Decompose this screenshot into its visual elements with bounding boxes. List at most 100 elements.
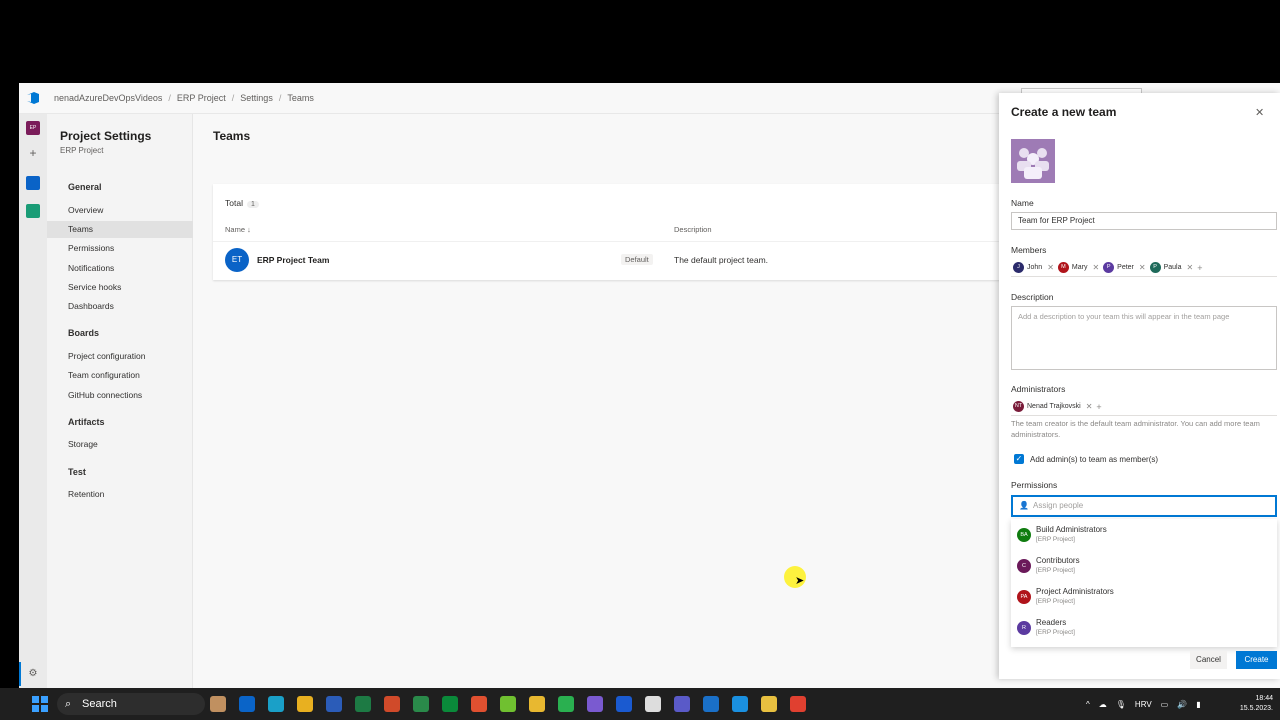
sidebar-item-project-configuration[interactable]: Project configuration (47, 348, 193, 365)
project-icon[interactable] (413, 696, 429, 712)
whatsapp-icon[interactable] (558, 696, 574, 712)
outlook-icon[interactable] (239, 696, 255, 712)
boards-icon[interactable] (26, 176, 40, 190)
avatar: BA (1017, 528, 1031, 542)
description-textarea[interactable]: Add a description to your team this will… (1011, 306, 1277, 370)
avatar: ET (225, 248, 249, 272)
team-name[interactable]: ERP Project Team (257, 255, 329, 265)
list-item[interactable]: BA Build Administrators [ERP Project] (1011, 519, 1277, 550)
remove-icon[interactable]: ✕ (1187, 263, 1194, 272)
language-indicator[interactable]: HRV (1135, 700, 1152, 709)
chevron-up-icon[interactable]: ^ (1086, 700, 1090, 709)
viber-icon[interactable] (587, 696, 603, 712)
team-description: The default project team. (674, 255, 769, 265)
volume-icon[interactable]: 🔊 (1177, 700, 1187, 709)
member-name: Mary (1071, 264, 1088, 271)
sidebar-group-artifacts: Artifacts (68, 417, 105, 427)
breadcrumb-project[interactable]: ERP Project (177, 93, 226, 103)
list-item[interactable]: PA Project Administrators [ERP Project] (1011, 581, 1277, 612)
sidebar-item-permissions[interactable]: Permissions (47, 240, 193, 257)
add-icon[interactable]: + (26, 146, 40, 160)
project-icon[interactable]: EP (26, 121, 40, 135)
inkscape-icon[interactable] (645, 696, 661, 712)
app-icon[interactable] (442, 696, 458, 712)
visual-studio-icon[interactable] (703, 696, 719, 712)
create-button[interactable]: Create (1236, 651, 1277, 669)
sidebar-item-teams[interactable]: Teams (47, 221, 193, 238)
breadcrumb-teams[interactable]: Teams (287, 93, 314, 103)
folder-icon[interactable] (529, 696, 545, 712)
person-icon: 👤 (1019, 501, 1029, 510)
powerpoint-icon[interactable] (384, 696, 400, 712)
microphone-icon[interactable]: 🎙 (1116, 700, 1126, 709)
chrome-icon[interactable] (297, 696, 313, 712)
teams-table: Total 1 Name ↓ Description ET ERP Project… (213, 184, 1013, 280)
sidebar-item-service-hooks[interactable]: Service hooks (47, 279, 193, 296)
column-header-description: Description (674, 225, 712, 234)
remove-icon[interactable]: ✕ (1092, 263, 1099, 272)
member-name: Paula (1163, 264, 1182, 271)
left-rail: EP + ⚙ » (19, 114, 47, 688)
app-icon[interactable] (790, 696, 806, 712)
sidebar-item-github-connections[interactable]: GitHub connections (47, 387, 193, 404)
administrators-picker[interactable]: NT Nenad Trajkovski ✕ + (1011, 398, 1277, 416)
member-chip: J John ✕ (1013, 262, 1054, 273)
sidebar-item-overview[interactable]: Overview (47, 202, 193, 219)
todo-icon[interactable] (732, 696, 748, 712)
table-row[interactable]: ET ERP Project Team Default The default … (213, 241, 1013, 279)
breadcrumb-org[interactable]: nenadAzureDevOpsVideos (54, 93, 162, 103)
sidebar-item-notifications[interactable]: Notifications (47, 260, 193, 277)
column-header-name[interactable]: Name ↓ (225, 225, 251, 234)
permissions-input[interactable]: 👤 Assign people (1011, 495, 1277, 517)
panel-title: Create a new team (1011, 105, 1117, 119)
test-plans-icon[interactable] (26, 204, 40, 218)
edge-icon[interactable] (268, 696, 284, 712)
battery-icon[interactable]: ▮ (1196, 700, 1200, 709)
add-member-icon[interactable]: + (1197, 263, 1202, 273)
system-tray: ^ ☁ 🎙 HRV ▭ 🔊 ▮ (1086, 688, 1201, 720)
azure-devops-icon[interactable] (26, 91, 40, 105)
excel-icon[interactable] (355, 696, 371, 712)
sidebar-item-team-configuration[interactable]: Team configuration (47, 367, 193, 384)
network-icon[interactable]: ▭ (1161, 700, 1169, 709)
gear-icon[interactable]: ⚙ (26, 667, 40, 681)
sidebar-item-storage[interactable]: Storage (47, 436, 193, 453)
avatar: PA (1017, 590, 1031, 604)
app-icon[interactable] (500, 696, 516, 712)
members-picker[interactable]: J John ✕ M Mary ✕ P Peter ✕ P Paula ✕ + (1011, 259, 1277, 277)
name-input[interactable]: Team for ERP Project (1011, 212, 1277, 230)
team-image-icon[interactable] (1011, 139, 1055, 183)
list-item[interactable]: C Contributors [ERP Project] (1011, 550, 1277, 581)
taskbar-search[interactable]: ⌕ Search (57, 693, 205, 715)
clock-date: 15.5.2023. (1239, 705, 1273, 712)
avatar: NT (1013, 401, 1024, 412)
breadcrumb-settings[interactable]: Settings (240, 93, 273, 103)
sidebar-item-dashboards[interactable]: Dashboards (47, 298, 193, 315)
add-admins-checkbox-label[interactable]: Add admin(s) to team as member(s) (1030, 455, 1158, 464)
teams-icon[interactable] (674, 696, 690, 712)
remove-icon[interactable]: ✕ (1139, 263, 1146, 272)
windows-start-icon[interactable] (32, 696, 48, 712)
avatar: P (1103, 262, 1115, 273)
add-admins-checkbox[interactable]: ✓ (1014, 454, 1024, 464)
remove-icon[interactable]: ✕ (1047, 263, 1054, 272)
option-name: Contributors (1036, 556, 1080, 565)
option-name: Build Administrators (1036, 525, 1107, 534)
bitwarden-icon[interactable] (616, 696, 632, 712)
add-admin-icon[interactable]: + (1096, 402, 1101, 412)
settings-sidebar: Project Settings ERP Project General Ove… (47, 114, 193, 688)
avatar: J (1013, 262, 1024, 273)
file-icon[interactable] (210, 696, 226, 712)
close-icon[interactable]: ✕ (1255, 106, 1264, 119)
app-icon[interactable] (761, 696, 777, 712)
sidebar-item-retention[interactable]: Retention (47, 486, 193, 503)
cancel-button[interactable]: Cancel (1190, 651, 1227, 669)
total-count-badge: 1 (246, 201, 259, 208)
cloud-icon[interactable]: ☁ (1099, 700, 1107, 709)
word-icon[interactable] (326, 696, 342, 712)
list-item[interactable]: R Readers [ERP Project] (1011, 612, 1277, 643)
sidebar-group-test: Test (68, 467, 86, 477)
remove-icon[interactable]: ✕ (1086, 402, 1093, 411)
app-icon[interactable] (471, 696, 487, 712)
taskbar-clock[interactable]: 18:44 15.5.2023. (1233, 694, 1273, 714)
